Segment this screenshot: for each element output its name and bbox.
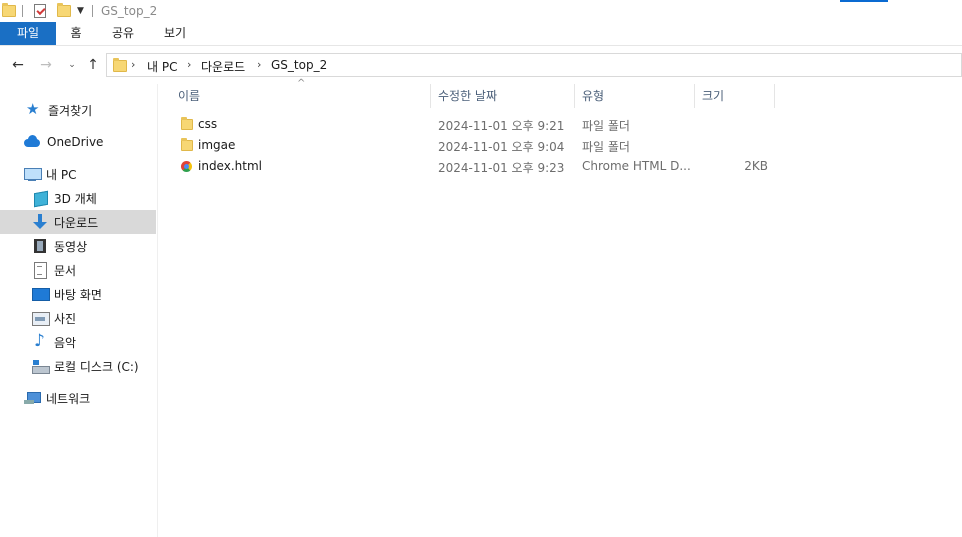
recent-locations-chevron-icon[interactable]: ⌄	[62, 55, 82, 75]
cloud-icon	[23, 134, 41, 150]
document-icon	[32, 262, 48, 279]
breadcrumb-downloads[interactable]: 다운로드	[201, 58, 245, 75]
file-row-css[interactable]: css 2024-11-01 오후 9:21 파일 폴더	[170, 114, 780, 135]
sidebar-item-3d-objects[interactable]: 3D 개체	[0, 186, 156, 210]
sidebar-item-this-pc[interactable]: 내 PC	[0, 162, 156, 186]
file-row-index-html[interactable]: index.html 2024-11-01 오후 9:23 Chrome HTM…	[170, 156, 780, 177]
navigation-bar: ← → ⌄ ↑ › 내 PC › 다운로드 › GS_top_2	[0, 52, 962, 78]
address-bar[interactable]: › 내 PC › 다운로드 › GS_top_2	[106, 53, 962, 77]
breadcrumb-current-folder[interactable]: GS_top_2	[271, 58, 327, 72]
file-name: css	[198, 117, 218, 131]
window-title: GS_top_2	[101, 4, 158, 18]
star-icon	[26, 100, 42, 118]
column-header-name[interactable]: 이름	[170, 84, 430, 108]
sidebar-item-videos[interactable]: 동영상	[0, 234, 156, 258]
file-type: 파일 폴더	[582, 119, 630, 133]
folder-icon	[113, 58, 127, 72]
sidebar-item-label: 3D 개체	[54, 191, 97, 206]
folder-icon	[2, 3, 16, 19]
tab-home[interactable]: 홈	[62, 22, 90, 45]
film-icon	[32, 238, 48, 254]
sidebar-item-label: 문서	[54, 263, 77, 278]
folder-icon	[181, 117, 193, 130]
sidebar-item-label: 로컬 디스크 (C:)	[54, 359, 139, 374]
cube-icon	[32, 190, 48, 206]
sidebar-item-onedrive[interactable]: OneDrive	[0, 130, 156, 154]
sidebar-item-documents[interactable]: 문서	[0, 258, 156, 282]
sidebar-item-label: 사진	[54, 311, 77, 326]
sidebar-item-label: 네트워크	[46, 391, 91, 406]
back-arrow-icon[interactable]: ←	[8, 55, 28, 75]
tab-view[interactable]: 보기	[156, 22, 194, 45]
column-header-date[interactable]: 수정한 날짜	[430, 84, 574, 108]
file-date-modified: 2024-11-01 오후 9:21	[438, 119, 565, 133]
sidebar-item-label: 즐겨찾기	[48, 103, 93, 118]
sidebar-item-desktop[interactable]: 바탕 화면	[0, 282, 156, 306]
title-accent-line	[840, 0, 888, 2]
sidebar-item-label: 음악	[54, 335, 77, 350]
chevron-right-icon[interactable]: ›	[257, 58, 261, 71]
desktop-icon	[32, 286, 50, 302]
sidebar-item-music[interactable]: 음악	[0, 330, 156, 354]
drive-icon	[32, 358, 50, 374]
column-header-type[interactable]: 유형	[574, 84, 694, 108]
sidebar-item-pictures[interactable]: 사진	[0, 306, 156, 330]
title-bar: ▼ GS_top_2	[0, 0, 962, 22]
up-arrow-icon[interactable]: ↑	[83, 55, 103, 75]
chrome-icon	[181, 161, 192, 172]
tab-file[interactable]: 파일	[0, 22, 56, 45]
toolbar-separator	[92, 5, 93, 17]
file-type: 파일 폴더	[582, 140, 630, 154]
sidebar-item-label: 내 PC	[46, 167, 77, 182]
ribbon-tabs: 파일 홈 공유 보기	[0, 22, 962, 46]
chevron-right-icon[interactable]: ›	[131, 58, 135, 71]
navigation-pane: 즐겨찾기 OneDrive 내 PC 3D 개체 다운로드 동영상 문서 바탕 …	[0, 84, 158, 537]
sidebar-item-quick-access[interactable]: 즐겨찾기	[0, 98, 156, 122]
quick-access-dropdown-icon[interactable]: ▼	[77, 3, 84, 19]
new-folder-icon[interactable]	[57, 3, 71, 19]
file-name: imgae	[198, 138, 236, 152]
column-header-size[interactable]: 크기	[694, 84, 774, 108]
sidebar-item-network[interactable]: 네트워크	[0, 386, 156, 410]
sidebar-item-downloads[interactable]: 다운로드	[0, 210, 156, 234]
file-date-modified: 2024-11-01 오후 9:23	[438, 161, 565, 175]
file-size: 2KB	[744, 159, 768, 173]
sidebar-item-label: 다운로드	[54, 215, 99, 230]
picture-icon	[32, 310, 50, 326]
toolbar-separator	[22, 5, 23, 17]
properties-check-icon[interactable]	[34, 3, 46, 19]
sidebar-item-label: 바탕 화면	[54, 287, 102, 302]
sidebar-item-label: OneDrive	[47, 135, 104, 149]
column-headers: 이름 수정한 날짜 유형 크기	[170, 84, 780, 108]
download-arrow-icon	[32, 214, 48, 230]
forward-arrow-icon[interactable]: →	[36, 55, 56, 75]
sidebar-item-local-disk-c[interactable]: 로컬 디스크 (C:)	[0, 354, 156, 378]
file-type: Chrome HTML D...	[582, 159, 691, 173]
breadcrumb-this-pc[interactable]: 내 PC	[147, 58, 177, 75]
file-date-modified: 2024-11-01 오후 9:04	[438, 140, 565, 154]
tab-share[interactable]: 공유	[104, 22, 142, 45]
file-row-imgae[interactable]: imgae 2024-11-01 오후 9:04 파일 폴더	[170, 135, 780, 156]
sidebar-item-label: 동영상	[54, 239, 88, 254]
column-divider[interactable]	[774, 84, 775, 108]
music-note-icon	[32, 331, 48, 351]
pc-icon	[24, 166, 42, 182]
folder-icon	[181, 138, 193, 151]
chevron-right-icon[interactable]: ›	[187, 58, 191, 71]
network-icon	[24, 390, 41, 406]
file-name: index.html	[198, 159, 262, 173]
